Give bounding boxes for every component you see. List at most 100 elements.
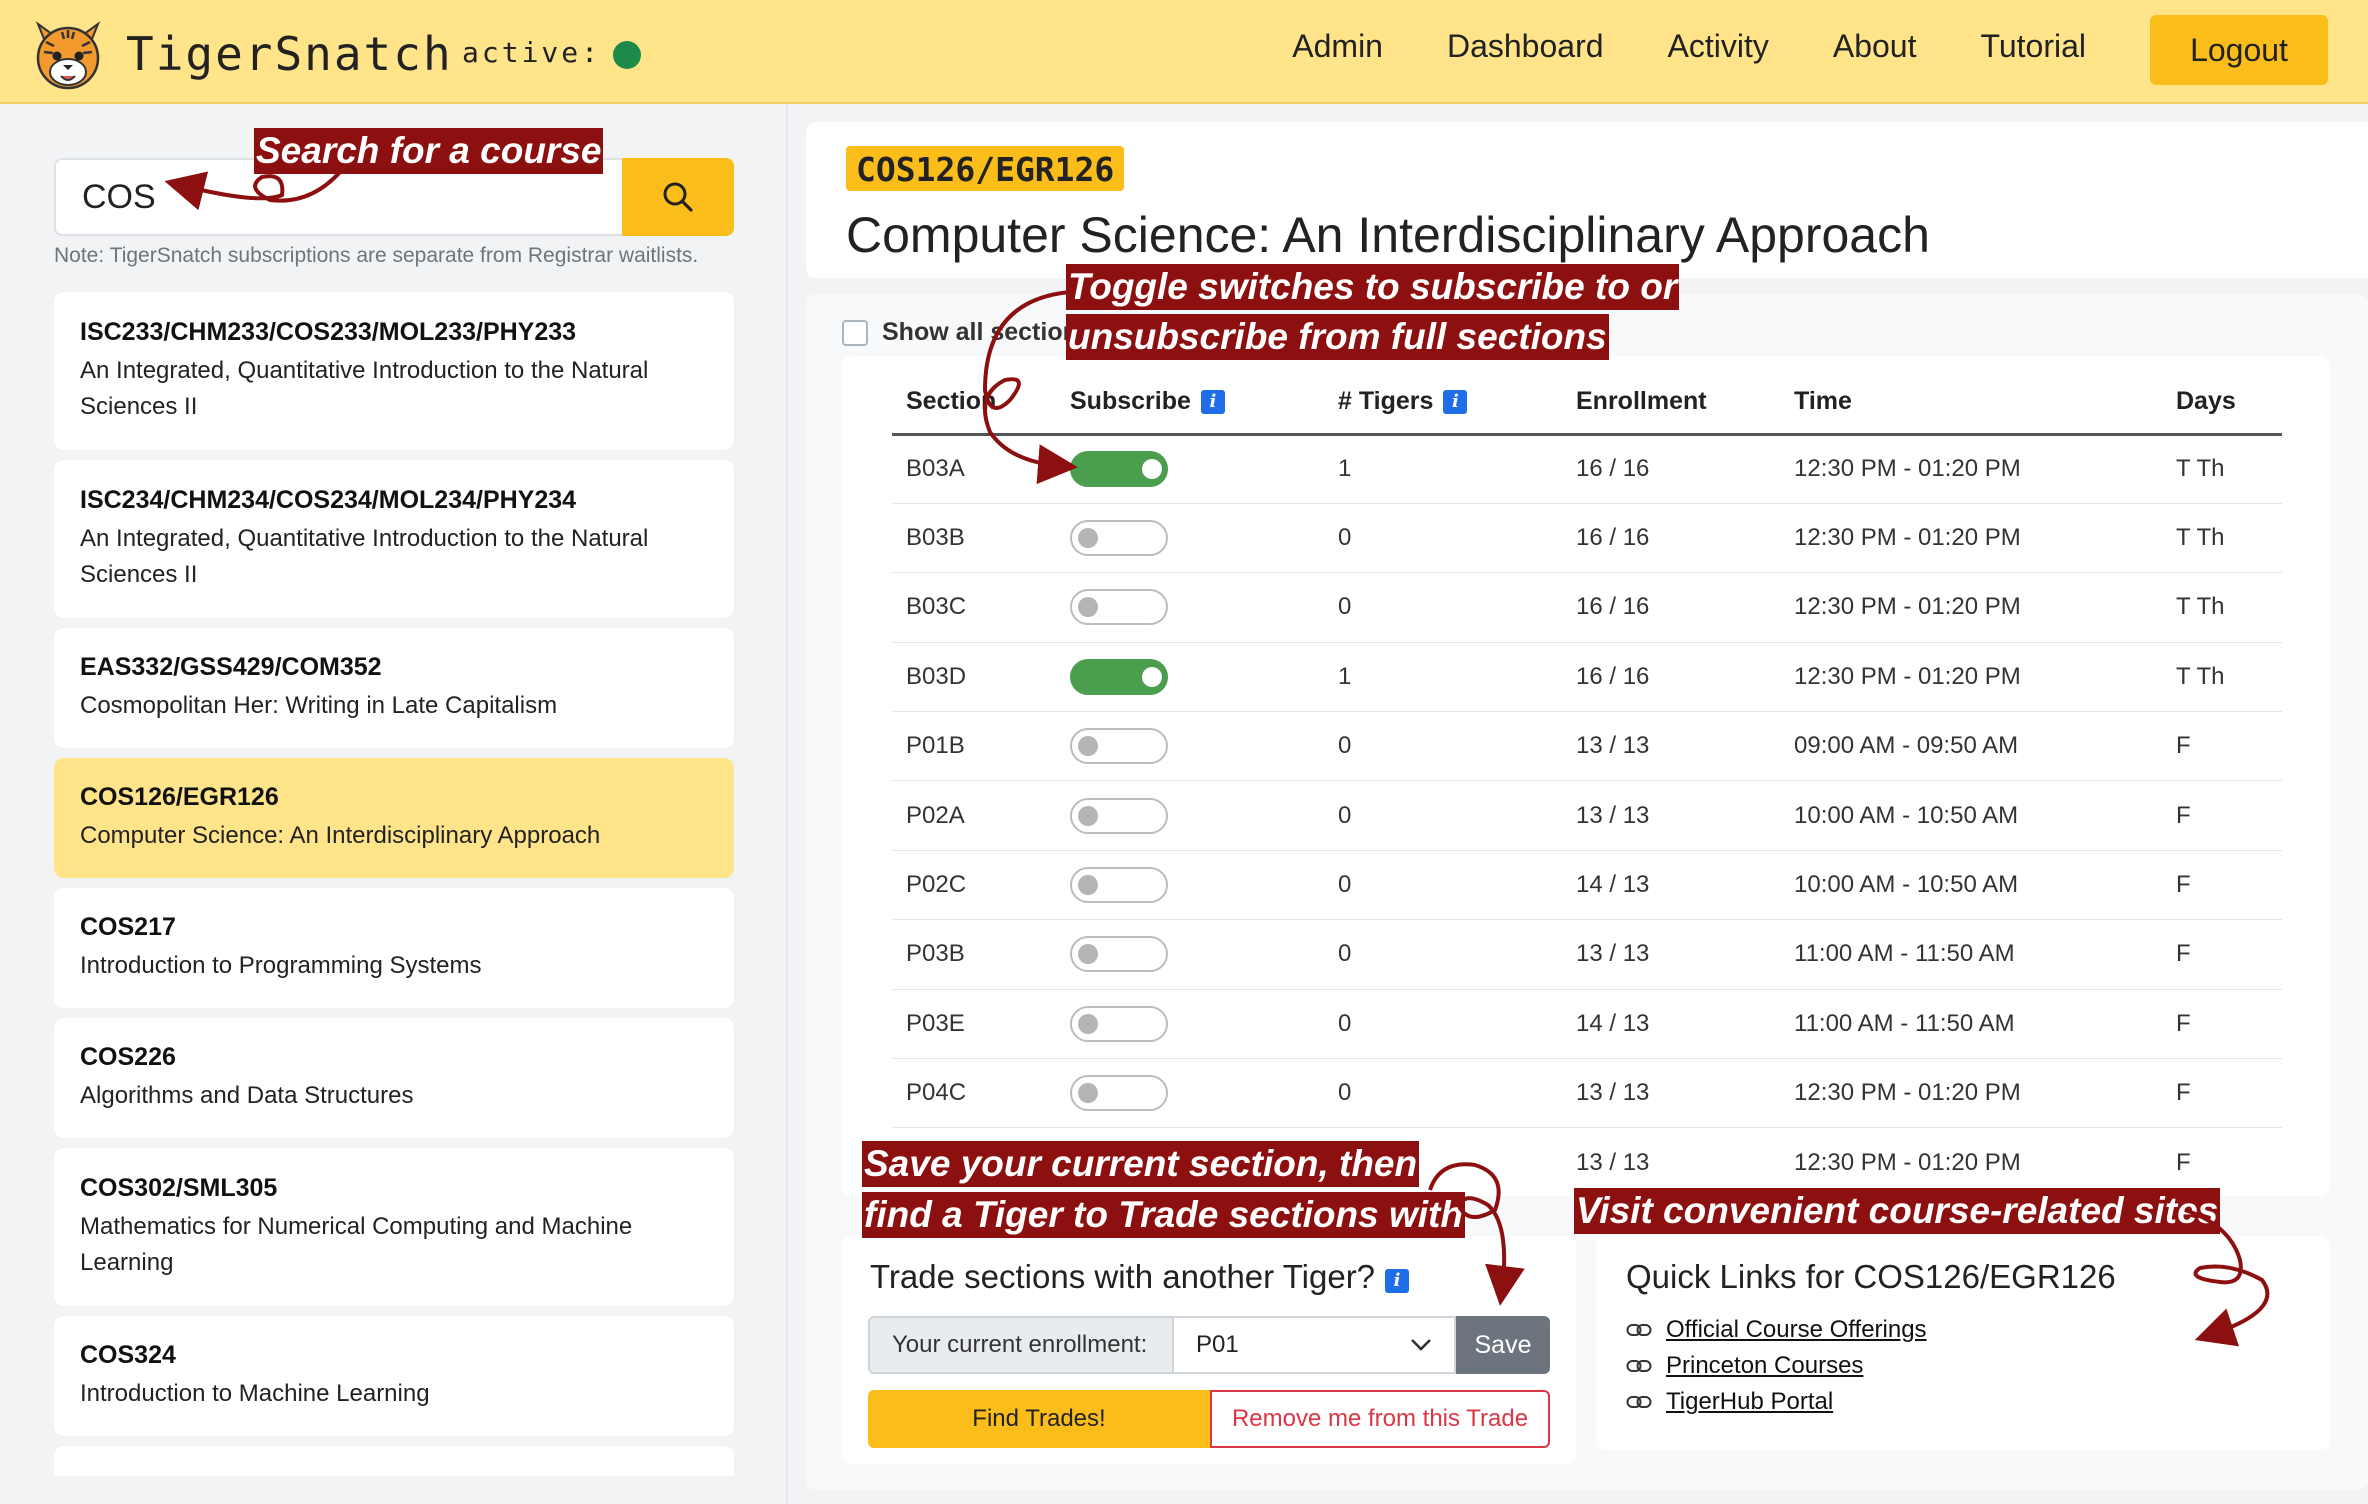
course-title: Introduction to Machine Learning [80, 1379, 430, 1407]
header-tigers: # Tigers i [1324, 370, 1562, 436]
course-card[interactable]: COS226 Algorithms and Data Structures [54, 1018, 734, 1138]
nav-links: Admin Dashboard Activity About Tutorial [1228, 28, 2086, 65]
table-row: P01B 0 13 / 13 09:00 AM - 09:50 AM F [892, 711, 2282, 782]
subscribe-cell [1056, 780, 1324, 851]
table-row: P04C 0 13 / 13 12:30 PM - 01:20 PM F [892, 1058, 2282, 1129]
time-cell: 12:30 PM - 01:20 PM [1780, 572, 2162, 643]
link-tigerhub-portal[interactable]: TigerHub Portal [1666, 1388, 1833, 1416]
remove-trade-button[interactable]: Remove me from this Trade [1210, 1390, 1550, 1448]
course-code: COS126/EGR126 [80, 782, 279, 811]
course-card[interactable]: COS324 Introduction to Machine Learning [54, 1316, 734, 1436]
annotation-links: Visit convenient course-related sites [1574, 1188, 2221, 1234]
course-title: An Integrated, Quantitative Introduction… [80, 356, 649, 420]
table-row: B03A 1 16 / 16 12:30 PM - 01:20 PM T Th [892, 434, 2282, 504]
sections-table: Section Subscribe i # Tigers i Enrollment … [892, 370, 2282, 1197]
navbar: TigerSnatch active: Admin Dashboard Acti… [0, 0, 2368, 104]
enrollment-cell: 13 / 13 [1562, 711, 1780, 782]
subscribe-toggle[interactable] [1070, 728, 1168, 765]
find-trades-button[interactable]: Find Trades! [868, 1390, 1210, 1448]
course-title: Computer Science: An Interdisciplinary A… [80, 821, 601, 849]
current-enrollment-select[interactable]: P01 [1174, 1316, 1456, 1374]
info-icon[interactable]: i [1200, 389, 1225, 414]
nav-link-admin[interactable]: Admin [1292, 28, 1383, 65]
tigers-cell: 0 [1324, 503, 1562, 574]
save-button[interactable]: Save [1456, 1316, 1550, 1374]
annotation-toggle-line2: unsubscribe from full sections [1066, 314, 1609, 360]
nav-link-about[interactable]: About [1833, 28, 1917, 65]
table-row: P03B 0 13 / 13 11:00 AM - 11:50 AM F [892, 919, 2282, 990]
subscribe-cell [1056, 919, 1324, 990]
course-card[interactable]: ISC234/CHM234/COS234/MOL234/PHY234 An In… [54, 460, 734, 618]
table-row: P02C 0 14 / 13 10:00 AM - 10:50 AM F [892, 850, 2282, 921]
course-title: Mathematics for Numerical Computing and … [80, 1212, 633, 1276]
enrollment-cell: 16 / 16 [1562, 503, 1780, 574]
header-section: Section [892, 370, 1056, 436]
nav-link-dashboard[interactable]: Dashboard [1447, 28, 1604, 65]
subscribe-toggle[interactable] [1070, 1005, 1168, 1042]
course-title: Cosmopolitan Her: Writing in Late Capita… [80, 691, 558, 719]
enrollment-cell: 14 / 13 [1562, 989, 1780, 1060]
enrollment-cell: 14 / 13 [1562, 850, 1780, 921]
quick-links-title: Quick Links for COS126/EGR126 [1626, 1258, 2116, 1295]
tigers-cell: 1 [1324, 434, 1562, 504]
search-button[interactable] [622, 158, 734, 236]
course-card[interactable]: COS217 Introduction to Programming Syste… [54, 888, 734, 1008]
course-code: ISC234/CHM234/COS234/MOL234/PHY234 [80, 485, 577, 514]
subscribe-toggle[interactable] [1070, 658, 1168, 695]
current-enrollment-value: P01 [1196, 1331, 1239, 1358]
section-cell: B03D [892, 642, 1056, 713]
subscribe-toggle[interactable] [1070, 797, 1168, 834]
course-code: COS324 [80, 1340, 176, 1369]
section-cell: P02C [892, 850, 1056, 921]
nav-link-tutorial[interactable]: Tutorial [1980, 28, 2086, 65]
show-all-label: Show all sections [882, 318, 1092, 346]
info-icon[interactable]: i [1385, 1269, 1410, 1293]
show-all-sections[interactable]: Show all sections [842, 318, 1092, 347]
time-cell: 12:30 PM - 01:20 PM [1780, 434, 2162, 504]
table-header-row: Section Subscribe i # Tigers i Enrollment … [892, 370, 2282, 436]
subscribe-toggle[interactable] [1070, 451, 1168, 488]
brand[interactable]: TigerSnatch [28, 14, 453, 94]
course-card[interactable]: COS302/SML305 Mathematics for Numerical … [54, 1148, 734, 1306]
sections-table-body: B03A 1 16 / 16 12:30 PM - 01:20 PM T Th B03B 0… [892, 434, 2282, 1197]
active-label: active: [462, 36, 602, 69]
search-icon [663, 182, 693, 212]
section-cell: P03E [892, 989, 1056, 1060]
days-cell: F [2162, 919, 2282, 990]
annotation-toggle-line1: Toggle switches to subscribe to or [1066, 264, 1680, 310]
link-official-course-offerings[interactable]: Official Course Offerings [1666, 1316, 1927, 1344]
course-card-partial[interactable] [54, 1446, 734, 1476]
tigers-cell: 0 [1324, 1058, 1562, 1129]
subscribe-cell [1056, 850, 1324, 921]
course-card[interactable]: ISC233/CHM233/COS233/MOL233/PHY233 An In… [54, 292, 734, 450]
tigers-cell: 0 [1324, 989, 1562, 1060]
subscribe-toggle[interactable] [1070, 520, 1168, 557]
section-cell: B03B [892, 503, 1056, 574]
info-icon[interactable]: i [1443, 389, 1468, 414]
section-cell: P03B [892, 919, 1056, 990]
nav-link-activity[interactable]: Activity [1668, 28, 1769, 65]
trade-title: Trade sections with another Tiger? i [870, 1258, 1410, 1296]
course-title: Introduction to Programming Systems [80, 951, 482, 979]
link-princeton-courses[interactable]: Princeton Courses [1666, 1352, 1863, 1380]
course-card-selected[interactable]: COS126/EGR126 Computer Science: An Inter… [54, 758, 734, 878]
header-enrollment: Enrollment [1562, 370, 1780, 436]
search-note: Note: TigerSnatch subscriptions are sepa… [54, 244, 699, 267]
course-card[interactable]: EAS332/GSS429/COM352 Cosmopolitan Her: W… [54, 628, 734, 748]
logout-button[interactable]: Logout [2150, 15, 2328, 85]
subscribe-toggle[interactable] [1070, 589, 1168, 626]
enrollment-cell: 13 / 13 [1562, 780, 1780, 851]
course-code: COS226 [80, 1042, 176, 1071]
section-cell: P02A [892, 780, 1056, 851]
subscribe-toggle[interactable] [1070, 1075, 1168, 1112]
days-cell: T Th [2162, 503, 2282, 574]
subscribe-toggle[interactable] [1070, 936, 1168, 973]
enrollment-cell: 16 / 16 [1562, 572, 1780, 643]
trade-enrollment-group: Your current enrollment: P01 Save [868, 1316, 1550, 1374]
table-row: B03B 0 16 / 16 12:30 PM - 01:20 PM T Th [892, 503, 2282, 574]
table-row: B03D 1 16 / 16 12:30 PM - 01:20 PM T Th [892, 642, 2282, 713]
course-code: COS217 [80, 912, 176, 941]
show-all-checkbox[interactable] [842, 319, 868, 346]
annotation-save-line2: find a Tiger to Trade sections with [862, 1192, 1465, 1238]
subscribe-toggle[interactable] [1070, 867, 1168, 904]
